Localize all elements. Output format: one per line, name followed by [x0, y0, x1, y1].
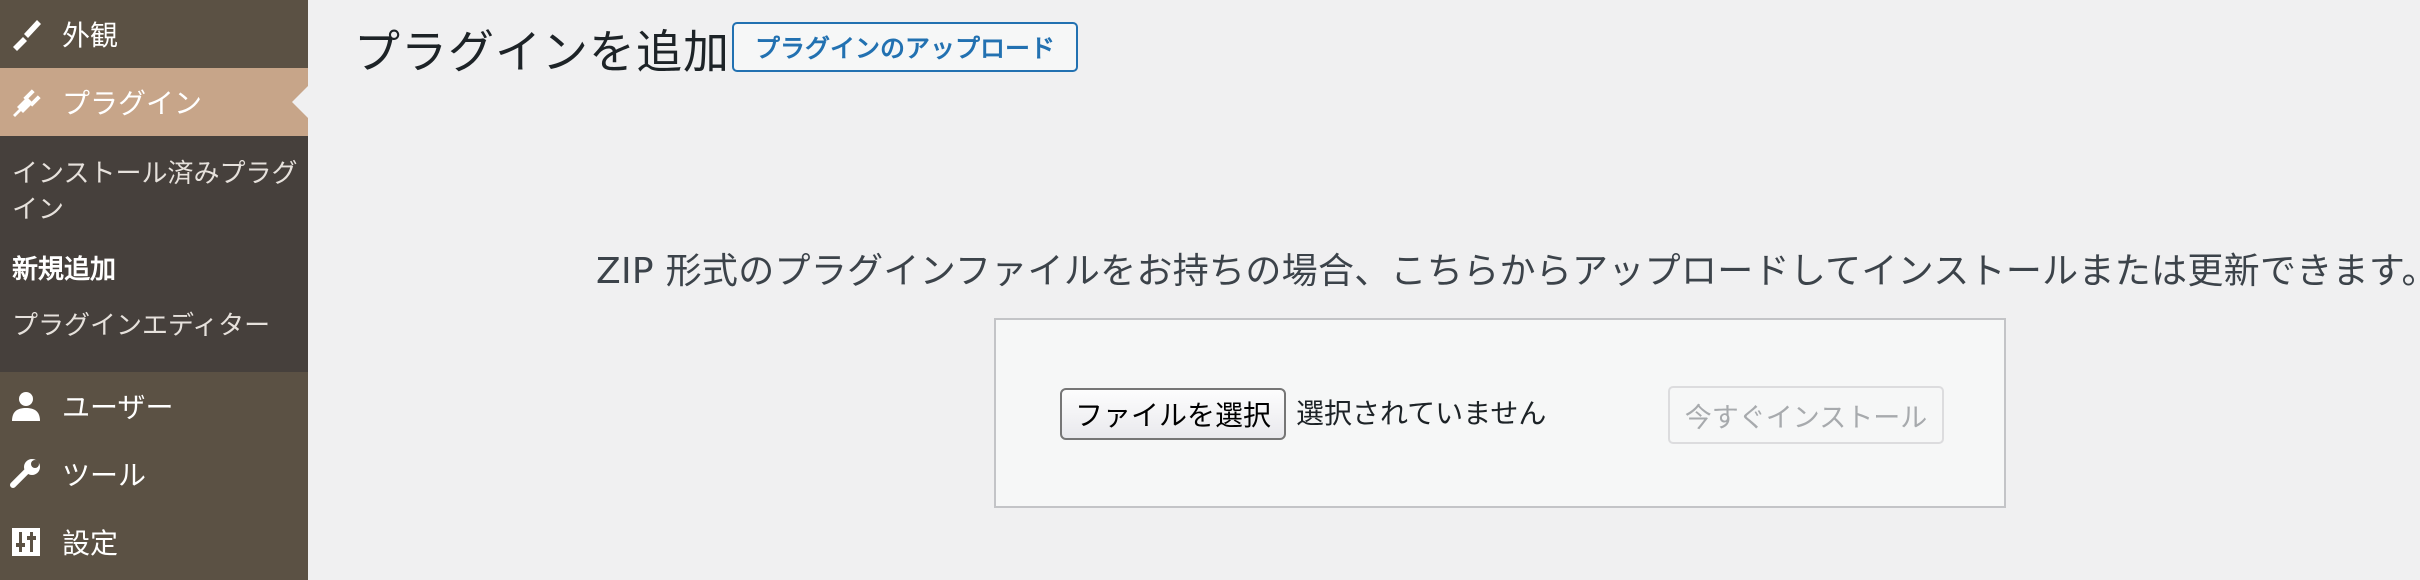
upload-description: ZIP 形式のプラグインファイルをお持ちの場合、こちらからアップロードしてインス… — [596, 251, 2420, 292]
menu-item-plugins[interactable]: プラグイン — [0, 68, 308, 136]
submenu-item-installed-plugins[interactable]: インストール済みプラグイン — [12, 156, 302, 228]
file-status-text: 選択されていません — [1296, 397, 1547, 430]
menu-label-users: ユーザー — [62, 391, 174, 424]
menu-label-settings: 設定 — [62, 527, 119, 560]
menu-label-appearance: 外観 — [62, 19, 119, 52]
upload-plugin-button[interactable]: プラグインのアップロード — [732, 22, 1078, 72]
paintbrush-icon — [6, 14, 46, 54]
menu-item-appearance[interactable]: 外観 — [0, 0, 308, 68]
menu-label-tools: ツール — [62, 459, 147, 492]
menu-item-users[interactable]: ユーザー — [0, 372, 308, 440]
plugins-submenu: インストール済みプラグイン 新規追加 プラグインエディター — [0, 136, 308, 372]
wrench-icon — [6, 454, 46, 494]
choose-file-button[interactable]: ファイルを選択 — [1060, 388, 1286, 440]
user-icon — [6, 386, 46, 426]
menu-label-plugins: プラグイン — [62, 87, 203, 120]
settings-icon — [6, 522, 46, 562]
page-title: プラグインを追加 — [354, 25, 730, 79]
plugin-icon — [6, 82, 46, 122]
submenu-item-plugin-editor[interactable]: プラグインエディター — [12, 308, 302, 344]
submenu-item-add-new[interactable]: 新規追加 — [12, 252, 302, 288]
admin-sidebar: 外観 プラグイン インストール済みプラグイン 新規追加 プラグインエディター ユ… — [0, 0, 308, 580]
install-now-button[interactable]: 今すぐインストール — [1668, 386, 1944, 444]
upload-plugin-form: ファイルを選択 選択されていません 今すぐインストール — [994, 318, 2006, 508]
current-menu-pointer — [292, 86, 308, 118]
menu-item-settings[interactable]: 設定 — [0, 508, 308, 576]
menu-item-tools[interactable]: ツール — [0, 440, 308, 508]
